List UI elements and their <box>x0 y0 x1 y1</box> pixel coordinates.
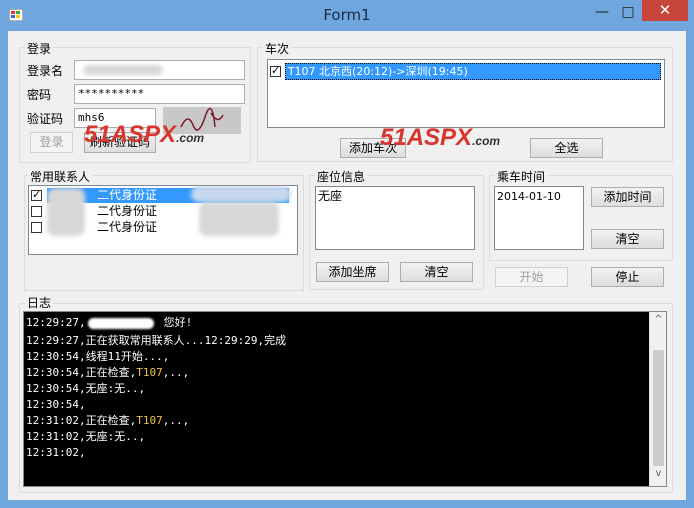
log-text: 正在获取常用联系人...12:29:29,完成 <box>85 334 287 347</box>
log-time: 12:30:54, <box>26 398 86 411</box>
redacted-username <box>83 65 163 75</box>
redacted-id-numbers <box>199 202 279 236</box>
train-item-text: T107 北京西(20:12)->深圳(19:45) <box>284 63 661 80</box>
password-input[interactable]: ********** <box>74 84 245 104</box>
username-label: 登录名 <box>27 64 64 78</box>
stop-button[interactable]: 停止 <box>591 267 664 287</box>
clear-seats-button[interactable]: 清空 <box>400 262 473 282</box>
trains-group-label: 车次 <box>263 40 292 57</box>
log-text-tail: ,.., <box>162 366 190 379</box>
travel-time-group-label: 乘车时间 <box>495 168 548 185</box>
watermark-suffix: .com <box>472 134 501 148</box>
train-checkbox[interactable] <box>270 63 281 78</box>
log-text: 您好! <box>163 316 193 329</box>
login-button[interactable]: 登录 <box>30 132 73 153</box>
log-time: 12:31:02, <box>26 446 86 459</box>
window-title: Form1 <box>323 6 371 24</box>
watermark: 51ASPX.com <box>380 124 500 152</box>
seat-item[interactable]: 无座 <box>318 189 342 204</box>
log-line: 12:31:02, <box>26 445 86 461</box>
log-time: 12:30:54, <box>26 350 86 363</box>
log-train-code: T107 <box>136 366 163 379</box>
contacts-list[interactable]: 二代身份证 二代身份证 二代身份证 <box>28 185 298 255</box>
watermark-text: 51ASPX <box>380 124 473 151</box>
contact-checkbox[interactable] <box>31 187 42 202</box>
travel-time-list[interactable]: 2014-01-10 <box>494 186 584 250</box>
log-time: 12:30:54, <box>26 382 86 395</box>
select-all-button[interactable]: 全选 <box>530 138 603 158</box>
log-group-label: 日志 <box>25 294 54 311</box>
log-line: 12:29:27,正在获取常用联系人...12:29:29,完成 <box>26 333 286 349</box>
log-scrollbar[interactable]: ^ v <box>649 312 666 486</box>
log-text-tail: ,.., <box>162 414 190 427</box>
log-text: 线程11开始..., <box>85 350 170 363</box>
log-line: 12:30:54,正在检查,T107,.., <box>26 365 189 381</box>
log-text: 无座:无.., <box>85 382 146 395</box>
seats-list[interactable]: 无座 <box>315 186 475 250</box>
log-time: 12:31:02, <box>26 414 86 427</box>
watermark: 51ASPX.com <box>84 121 204 149</box>
minimize-button[interactable]: — <box>592 4 612 21</box>
redacted-names <box>47 188 85 236</box>
watermark-text: 51ASPX <box>84 121 177 148</box>
trains-list[interactable]: T107 北京西(20:12)->深圳(19:45) <box>267 59 665 128</box>
contact-checkbox[interactable] <box>31 206 42 217</box>
contact-id-type: 二代身份证 <box>97 188 158 202</box>
log-time: 12:31:02, <box>26 430 86 443</box>
close-button[interactable]: ✕ <box>642 0 688 21</box>
login-group-label: 登录 <box>25 40 54 57</box>
log-text: 正在检查, <box>85 414 137 427</box>
travel-date-item[interactable]: 2014-01-10 <box>497 189 561 204</box>
log-time: 12:30:54, <box>26 366 86 379</box>
log-line: 12:31:02,无座:无.., <box>26 429 145 445</box>
username-input[interactable] <box>74 60 245 80</box>
add-seat-button[interactable]: 添加坐席 <box>316 262 389 282</box>
log-line: 12:30:54,无座:无.., <box>26 381 145 397</box>
add-time-button[interactable]: 添加时间 <box>591 187 664 207</box>
maximize-button[interactable]: □ <box>618 4 638 21</box>
log-line: 12:30:54,线程11开始..., <box>26 349 169 365</box>
log-output[interactable]: 12:29:27, 您好! 12:29:27,正在获取常用联系人...12:29:… <box>23 311 667 487</box>
log-time: 12:29:27, <box>26 316 86 329</box>
log-text: 正在检查, <box>85 366 137 379</box>
watermark-suffix: .com <box>176 131 205 145</box>
redacted-user <box>87 317 154 329</box>
log-line: 12:30:54, <box>26 397 86 413</box>
contact-checkbox[interactable] <box>31 222 42 233</box>
redacted-id-numbers <box>191 186 291 202</box>
log-line: 12:31:02,正在检查,T107,.., <box>26 413 189 429</box>
captcha-label: 验证码 <box>27 112 64 126</box>
scroll-up-arrow-icon[interactable]: ^ <box>650 314 666 328</box>
contacts-group-label: 常用联系人 <box>28 168 93 185</box>
password-label: 密码 <box>27 88 52 102</box>
train-item[interactable]: T107 北京西(20:12)->深圳(19:45) <box>270 63 662 80</box>
scroll-down-arrow-icon[interactable]: v <box>650 468 666 482</box>
clear-time-button[interactable]: 清空 <box>591 229 664 249</box>
start-button[interactable]: 开始 <box>495 267 568 287</box>
log-time: 12:29:27, <box>26 334 86 347</box>
contact-id-type: 二代身份证 <box>97 220 158 234</box>
seats-group-label: 座位信息 <box>315 168 368 185</box>
log-train-code: T107 <box>136 414 163 427</box>
contact-id-type: 二代身份证 <box>97 204 158 218</box>
log-line: 12:29:27, 您好! <box>26 315 192 331</box>
scroll-thumb[interactable] <box>653 350 664 466</box>
log-text: 无座:无.., <box>85 430 146 443</box>
client-area: 登录 登录名 密码 ********** 验证码 mhs6 登录 刷新验证码 5… <box>8 31 686 500</box>
